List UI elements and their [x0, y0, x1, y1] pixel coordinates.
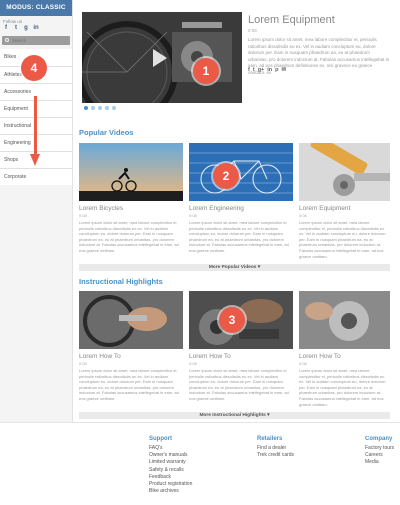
footer: Support FAQ's Owner's manuals Limited wa… [0, 422, 400, 505]
card-description: Lorem ipsum dolor sit amet, mea labore c… [79, 368, 179, 401]
video-card[interactable]: Lorem How To 0:08 Lorem ipsum dolor sit … [189, 291, 293, 402]
card-title[interactable]: Lorem Engineering [189, 205, 293, 212]
equipment-image [299, 143, 390, 201]
hero-share-row: f t g+ in p ✉ [248, 67, 286, 73]
pinterest-icon[interactable]: p [275, 67, 278, 73]
video-card[interactable]: Lorem How To 0:08 Lorem ipsum dolor sit … [79, 291, 183, 402]
carousel-dots [84, 106, 116, 110]
sidebar-social-row: f t g in [0, 24, 72, 31]
card-time: 0:08 [189, 361, 197, 366]
video-card[interactable]: Lorem Bicycles 0:08 Lorem ipsum dolor si… [79, 143, 183, 254]
card-time: 0:08 [189, 213, 197, 218]
twitter-icon[interactable]: t [253, 67, 255, 73]
footer-support: Support FAQ's Owner's manuals Limited wa… [149, 436, 192, 495]
down-arrow-icon [34, 96, 37, 156]
more-instructional-highlights-button[interactable]: More Instructional Highlights ▾ [79, 412, 390, 419]
arrow-head-icon [30, 154, 40, 166]
card-time: 0:08 [79, 213, 87, 218]
footer-link[interactable]: Factory tours [365, 445, 400, 452]
bicycles-image [79, 143, 183, 201]
linkedin-icon[interactable]: in [267, 67, 272, 73]
video-thumbnail[interactable] [79, 291, 183, 349]
footer-link[interactable]: Owner's manuals [149, 452, 192, 459]
search-input[interactable] [12, 37, 67, 44]
carousel-dot[interactable] [98, 106, 102, 110]
facebook-icon[interactable]: f [248, 67, 250, 73]
video-card[interactable]: Lorem Engineering 0:08 Lorem ipsum dolor… [189, 143, 293, 254]
sidebar-item-corporate[interactable]: Corporate [0, 168, 72, 185]
video-thumbnail[interactable] [79, 143, 183, 201]
card-time: 0:08 [79, 361, 87, 366]
callout-badge: 1 [193, 58, 219, 84]
callout-badge: 3 [219, 307, 245, 333]
blueprint-image [189, 143, 293, 201]
footer-link[interactable]: Bike archives [149, 488, 192, 495]
footer-link[interactable]: Product registration [149, 481, 192, 488]
card-description: Lorem ipsum dolor sit amet, mea labore c… [299, 368, 386, 407]
linkedin-icon[interactable]: in [33, 25, 39, 31]
footer-link[interactable]: Careers [365, 452, 400, 459]
callout-badge: 4 [21, 55, 47, 81]
hero-time: 0:08 [248, 28, 257, 33]
card-time: 0:08 [299, 213, 307, 218]
callout-badge: 2 [213, 163, 239, 189]
card-description: Lorem ipsum dolor sit amet, mea labore c… [189, 368, 289, 401]
email-icon[interactable]: ✉ [282, 67, 287, 73]
video-thumbnail[interactable] [189, 143, 293, 201]
search-icon [5, 38, 9, 42]
hero-title[interactable]: Lorem Equipment [248, 14, 335, 26]
footer-link[interactable]: FAQ's [149, 445, 192, 452]
footer-support-title: Support [149, 436, 172, 442]
card-title[interactable]: Lorem How To [189, 353, 293, 360]
follow-label: Follow us [3, 19, 23, 24]
video-thumbnail[interactable] [299, 291, 390, 349]
how-to-image [79, 291, 183, 349]
carousel-dot[interactable] [91, 106, 95, 110]
more-popular-videos-button[interactable]: More Popular Videos ▾ [79, 264, 390, 271]
footer-company-title: Company [365, 436, 393, 442]
search-box[interactable] [2, 36, 70, 45]
brand-title[interactable]: MODUS: CLASSIC [0, 0, 72, 16]
footer-link[interactable]: Limited warranty [149, 459, 192, 466]
card-time: 0:08 [299, 361, 307, 366]
how-to-image [299, 291, 390, 349]
google-plus-icon[interactable]: g [23, 25, 29, 31]
instructional-highlights-title: Instructional Highlights [79, 277, 163, 286]
footer-link[interactable]: Safety & recalls [149, 467, 192, 474]
facebook-icon[interactable]: f [3, 25, 9, 31]
footer-retailers-title: Retailers [257, 436, 283, 442]
footer-link[interactable]: Feedback [149, 474, 192, 481]
play-icon[interactable] [153, 49, 167, 67]
card-title[interactable]: Lorem How To [299, 353, 390, 360]
video-card[interactable]: Lorem How To 0:08 Lorem ipsum dolor sit … [299, 291, 390, 407]
footer-link[interactable]: Media [365, 459, 400, 466]
popular-videos-title: Popular Videos [79, 128, 134, 137]
hero-video[interactable] [82, 12, 242, 103]
card-description: Lorem ipsum dolor sit amet, mea labore c… [299, 220, 386, 259]
carousel-dot[interactable] [112, 106, 116, 110]
card-title[interactable]: Lorem Equipment [299, 205, 390, 212]
carousel-dot[interactable] [105, 106, 109, 110]
footer-link[interactable]: Trek credit cards [257, 452, 294, 459]
carousel-dot[interactable] [84, 106, 88, 110]
video-card[interactable]: Lorem Equipment 0:08 Lorem ipsum dolor s… [299, 143, 390, 259]
footer-company: Company Factory tours Careers Media [365, 436, 400, 467]
card-title[interactable]: Lorem Bicycles [79, 205, 183, 212]
google-plus-icon[interactable]: g+ [258, 67, 265, 73]
footer-retailers: Retailers Find a dealer Trek credit card… [257, 436, 294, 459]
card-title[interactable]: Lorem How To [79, 353, 183, 360]
footer-link[interactable]: Find a dealer [257, 445, 294, 452]
card-description: Lorem ipsum dolor sit amet, mea labore c… [189, 220, 289, 253]
twitter-icon[interactable]: t [13, 25, 19, 31]
card-description: Lorem ipsum dolor sit amet, mea labore c… [79, 220, 179, 253]
video-thumbnail[interactable] [299, 143, 390, 201]
